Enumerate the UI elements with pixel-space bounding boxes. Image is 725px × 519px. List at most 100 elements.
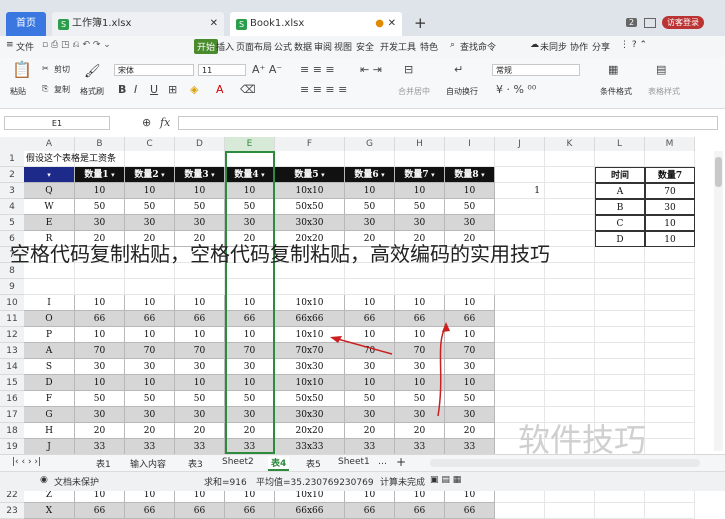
unsync-label[interactable]: 未同步 bbox=[540, 40, 567, 53]
horizontal-scrollbar[interactable] bbox=[430, 459, 700, 467]
font-size-select[interactable]: 11 bbox=[198, 64, 246, 76]
copy-icon[interactable]: ⎘ bbox=[42, 84, 48, 94]
more-icon[interactable]: ⋮ ? ⌃ bbox=[620, 40, 647, 50]
table-cell[interactable]: 66 bbox=[395, 503, 445, 519]
scrollbar-thumb[interactable] bbox=[715, 157, 722, 187]
cell[interactable] bbox=[495, 503, 545, 519]
hamburger-icon[interactable]: ≡ bbox=[6, 40, 14, 50]
cond-format-label[interactable]: 条件格式 bbox=[600, 86, 632, 97]
collab-label[interactable]: 协作 bbox=[570, 40, 588, 53]
menu-view[interactable]: 视图 bbox=[334, 40, 352, 53]
italic-icon[interactable]: I bbox=[134, 84, 137, 96]
wrap-text-icon[interactable]: ↵ bbox=[454, 64, 463, 76]
font-family-select[interactable]: 宋体 bbox=[114, 64, 194, 76]
font-grow-icon[interactable]: A⁺ A⁻ bbox=[252, 64, 282, 76]
doc-protect-icon[interactable]: ◉ bbox=[40, 475, 48, 485]
paste-label[interactable]: 粘贴 bbox=[10, 86, 26, 97]
spreadsheet-icon: S bbox=[236, 19, 247, 30]
table-cell[interactable]: 66 bbox=[175, 503, 225, 519]
merge-center-label[interactable]: 合并居中 bbox=[398, 86, 430, 97]
underline-icon[interactable]: U bbox=[150, 84, 158, 96]
indent-icon[interactable]: ⇤ ⇥ bbox=[360, 64, 382, 76]
sheet-tab-4-active[interactable]: 表4 bbox=[268, 456, 290, 471]
menu-formula[interactable]: 公式 bbox=[274, 40, 292, 53]
window-count-badge[interactable]: 2 bbox=[626, 18, 638, 27]
close-icon[interactable]: ✕ bbox=[388, 12, 396, 36]
doc-protect-label[interactable]: 文档未保护 bbox=[54, 475, 99, 488]
quick-access-icons[interactable]: ▫ ⎙ ◳ ⎌ ↶ ↷ ⌄ bbox=[42, 40, 111, 50]
formula-input[interactable] bbox=[178, 116, 718, 130]
sheet-tab-3[interactable]: 表3 bbox=[188, 457, 203, 470]
cut-label[interactable]: 剪切 bbox=[54, 64, 70, 75]
align-top-icon[interactable]: ≡ ≡ ≡ bbox=[300, 64, 335, 76]
clear-icon[interactable]: ⌫ bbox=[240, 84, 256, 96]
table-cell[interactable]: 66 bbox=[225, 503, 275, 519]
menu-security[interactable]: 安全 bbox=[356, 40, 374, 53]
menu-file[interactable]: 文件 bbox=[16, 40, 34, 53]
table-cell[interactable]: 66x66 bbox=[275, 503, 345, 519]
wrap-text-label[interactable]: 自动换行 bbox=[446, 86, 478, 97]
status-bar: ◉ 文档未保护 求和=916 平均值=35.230769230769 计算未完成… bbox=[0, 471, 725, 491]
new-tab-plus-icon[interactable]: + bbox=[414, 14, 427, 32]
cell[interactable] bbox=[645, 503, 695, 519]
format-painter-icon[interactable]: 🖌 bbox=[84, 64, 101, 79]
table-cell[interactable]: X bbox=[24, 503, 75, 519]
sheet-more-icon[interactable]: … bbox=[378, 457, 387, 467]
zoom-icon[interactable]: ⊕ bbox=[142, 117, 151, 129]
search-icon[interactable]: ⌕ bbox=[450, 40, 455, 50]
sync-icon[interactable]: ☁ bbox=[530, 40, 539, 50]
sheet-tab-sheet1[interactable]: Sheet1 bbox=[338, 457, 370, 467]
menu-page-layout[interactable]: 页面布局 bbox=[236, 40, 272, 53]
number-format-select[interactable]: 常规 bbox=[492, 64, 580, 76]
table-style-icon[interactable]: ▤ bbox=[656, 64, 666, 76]
menu-start[interactable]: 开始 bbox=[194, 39, 219, 54]
name-box[interactable]: E1 bbox=[4, 116, 110, 130]
currency-icon[interactable]: ¥ · % ⁰⁰ bbox=[496, 84, 536, 96]
table-cell[interactable]: 66 bbox=[75, 503, 125, 519]
align-left-icon[interactable]: ≡ ≡ ≡ ≡ bbox=[300, 84, 347, 96]
fill-color-icon[interactable]: ◈ bbox=[190, 84, 198, 96]
border-icon[interactable]: ⊞ bbox=[168, 84, 177, 96]
table-cell[interactable]: 66 bbox=[445, 503, 495, 519]
layout-icon[interactable] bbox=[644, 18, 656, 28]
ribbon: 📋 粘贴 ✂ 剪切 ⎘ 复制 🖌 格式刷 宋体 11 A⁺ A⁻ B I U ⊞… bbox=[0, 58, 725, 109]
table-cell[interactable]: 66 bbox=[345, 503, 395, 519]
tab-book1[interactable]: S Book1.xlsx ● ✕ bbox=[230, 12, 402, 36]
menu-insert[interactable]: 插入 bbox=[216, 40, 234, 53]
cond-format-icon[interactable]: ▦ bbox=[608, 64, 618, 76]
table-cell[interactable]: 66 bbox=[125, 503, 175, 519]
menu-review[interactable]: 审阅 bbox=[314, 40, 332, 53]
sheet-tab-input[interactable]: 输入内容 bbox=[130, 457, 166, 470]
close-icon[interactable]: ✕ bbox=[210, 12, 218, 36]
row-header-23[interactable]: 23 bbox=[0, 503, 24, 519]
paste-icon[interactable]: 📋 bbox=[12, 62, 32, 78]
spreadsheet-grid[interactable]: ABCDEFGHIJKLM 1 2 3 4 5 6 7 8 9 10 11 12 13 14 15 16 17 1… bbox=[0, 134, 725, 519]
share-label[interactable]: 分享 bbox=[592, 40, 610, 53]
tab-workbook1[interactable]: S 工作簿1.xlsx ✕ bbox=[52, 12, 224, 36]
cell[interactable] bbox=[545, 503, 595, 519]
home-tab[interactable]: 首页 bbox=[6, 12, 46, 36]
sheet-tab-1[interactable]: 表1 bbox=[96, 457, 111, 470]
menu-data[interactable]: 数据 bbox=[294, 40, 312, 53]
fx-icon[interactable]: fx bbox=[160, 117, 170, 129]
menu-dev-tools[interactable]: 开发工具 bbox=[380, 40, 416, 53]
copy-label[interactable]: 复制 bbox=[54, 84, 70, 95]
merge-icon[interactable]: ⊟ bbox=[404, 64, 413, 76]
scissors-icon[interactable]: ✂ bbox=[42, 64, 49, 73]
sheet-tab-bar: |‹ ‹ › ›| 表1 输入内容 表3 Sheet2 表4 表5 Sheet1… bbox=[0, 454, 725, 472]
vertical-scrollbar[interactable] bbox=[714, 151, 723, 451]
cell[interactable] bbox=[595, 503, 645, 519]
format-painter-label[interactable]: 格式刷 bbox=[80, 86, 104, 97]
guest-login-button[interactable]: 访客登录 bbox=[662, 16, 704, 29]
bold-icon[interactable]: B bbox=[118, 84, 126, 96]
unsaved-dot-icon: ● bbox=[375, 18, 384, 29]
add-sheet-icon[interactable]: + bbox=[396, 455, 406, 469]
sheet-tab-5[interactable]: 表5 bbox=[306, 457, 321, 470]
view-mode-icons[interactable]: ▣ ▤ ▦ bbox=[430, 475, 461, 485]
sheet-nav-icons[interactable]: |‹ ‹ › ›| bbox=[12, 457, 41, 467]
table-style-label[interactable]: 表格样式 bbox=[648, 86, 680, 97]
font-color-icon[interactable]: A bbox=[216, 84, 224, 96]
search-command[interactable]: 查找命令 bbox=[460, 40, 496, 53]
sheet-tab-sheet2[interactable]: Sheet2 bbox=[222, 457, 254, 467]
menu-features[interactable]: 特色 bbox=[420, 40, 438, 53]
